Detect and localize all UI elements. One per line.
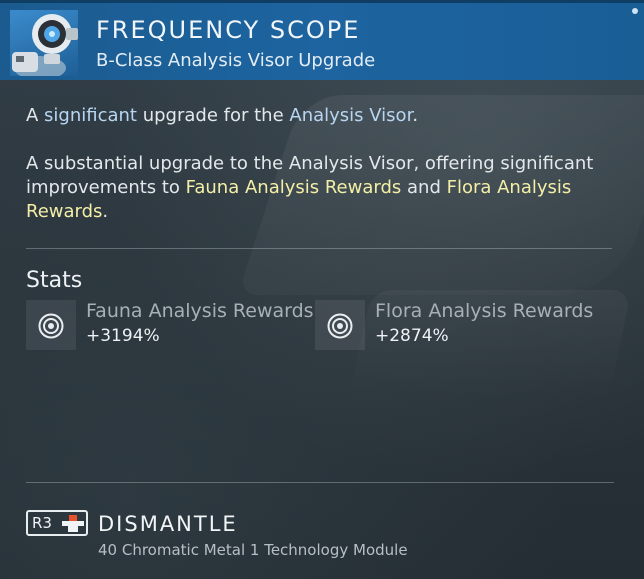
dismantle-action[interactable]: DISMANTLE — [98, 512, 238, 536]
long-description: A substantial upgrade to the Analysis Vi… — [26, 152, 626, 224]
item-subtitle: B-Class Analysis Visor Upgrade — [96, 50, 376, 71]
section-divider — [26, 482, 614, 483]
description-text: . — [102, 201, 109, 222]
stick-press-icon — [62, 515, 84, 537]
description-text: . — [412, 105, 419, 126]
stats-heading: Stats — [26, 268, 83, 293]
description-text: and — [401, 177, 447, 198]
stat-item-fauna: Fauna Analysis Rewards +3194% — [26, 300, 316, 352]
item-header: FREQUENCY SCOPE B-Class Analysis Visor U… — [0, 0, 644, 80]
stat-value: +2874% — [375, 326, 449, 346]
dismantle-yield: 40 Chromatic Metal 1 Technology Module — [98, 541, 408, 559]
highlight-text: Fauna Analysis Rewards — [185, 177, 402, 198]
stat-name: Fauna Analysis Rewards — [86, 300, 314, 322]
r3-button-prompt[interactable]: R3 — [26, 510, 88, 536]
item-title: FREQUENCY SCOPE — [96, 16, 361, 44]
short-description: A significant upgrade for the Analysis V… — [26, 104, 626, 128]
header-top-line — [0, 0, 644, 3]
highlight-text: significant — [44, 105, 137, 126]
description-text: A — [26, 105, 45, 126]
button-label: R3 — [32, 514, 52, 532]
highlight-text: Analysis Visor — [289, 105, 413, 126]
section-divider — [26, 248, 612, 249]
stat-value: +3194% — [86, 326, 160, 346]
corner-dot-icon — [632, 8, 638, 14]
drone-icon — [10, 10, 78, 76]
description-text: upgrade for the — [137, 105, 290, 126]
background — [0, 0, 644, 579]
target-icon — [315, 300, 365, 350]
target-icon — [26, 300, 76, 350]
stat-name: Flora Analysis Rewards — [375, 300, 594, 322]
stat-item-flora: Flora Analysis Rewards +2874% — [315, 300, 625, 352]
